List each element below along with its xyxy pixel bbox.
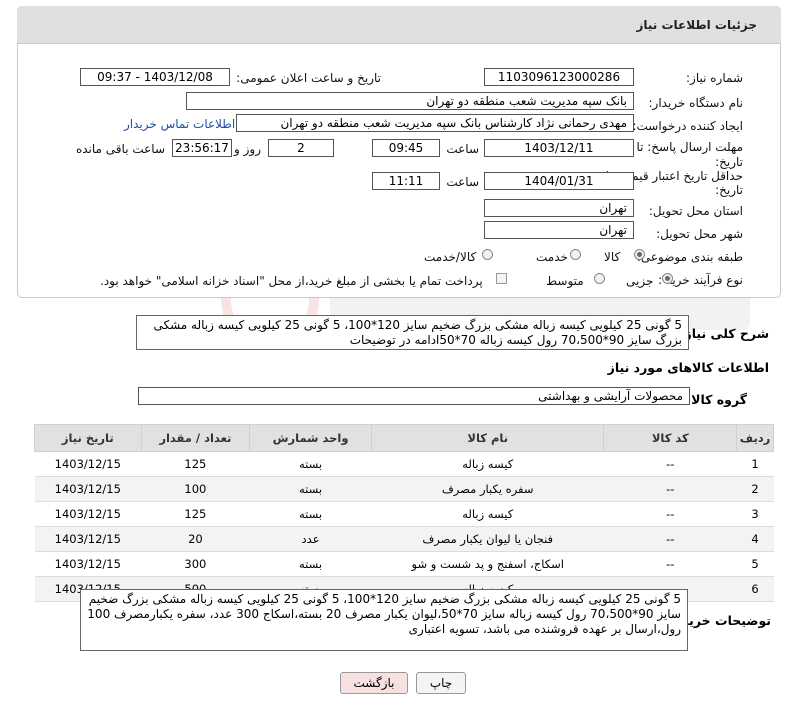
category-goods-label: کالا xyxy=(604,250,621,264)
cell-date: 1403/12/15 xyxy=(34,451,142,477)
validity-date-field: 1404/01/31 xyxy=(484,172,634,190)
treasury-payment-note: پرداخت تمام یا بخشی از مبلغ خرید،از محل … xyxy=(100,274,483,288)
goods-group-label: گروه کالا: xyxy=(686,392,747,407)
cell-date: 1403/12/15 xyxy=(34,551,142,577)
validity-time-label: ساعت xyxy=(446,175,479,189)
deadline-label: مهلت ارسال پاسخ: تا xyxy=(636,140,743,154)
category-service-radio[interactable] xyxy=(570,249,581,260)
col-header-qty: تعداد / مقدار xyxy=(140,424,251,452)
table-row: 5 -- اسکاج، اسفنج و پد شست و شو بسته 300… xyxy=(34,551,774,577)
cell-row-no: 2 xyxy=(736,476,774,502)
province-label: استان محل تحویل: xyxy=(648,204,743,218)
announce-label: تاریخ و ساعت اعلان عمومی: xyxy=(236,71,381,85)
description-label: شرح کلی نیاز: xyxy=(679,326,769,341)
remaining-days-field: 2 xyxy=(268,139,334,157)
process-minor-label: جزیی xyxy=(626,274,654,288)
deadline-date-field: 1403/12/11 xyxy=(484,139,634,157)
category-goods-radio[interactable] xyxy=(634,249,645,260)
city-field: تهران xyxy=(484,221,634,239)
cell-qty: 100 xyxy=(141,476,250,502)
need-number-field: 1103096123000286 xyxy=(484,68,634,86)
table-row: 3 -- کیسه زباله بسته 125 1403/12/15 xyxy=(34,501,774,527)
panel-title: جزئیات اطلاعات نیاز xyxy=(636,18,757,32)
goods-info-title: اطلاعات کالاهای مورد نیاز xyxy=(607,360,769,375)
description-textarea: 5 گونی 25 کیلویی کیسه زباله مشکی بزرگ ضخ… xyxy=(136,315,689,350)
deadline-time-label: ساعت xyxy=(446,142,479,156)
cell-unit: بسته xyxy=(249,551,372,577)
cell-name: اسکاج، اسفنج و پد شست و شو xyxy=(371,551,604,577)
creator-label: ایجاد کننده درخواست: xyxy=(632,119,743,133)
goods-table: ردیف کد کالا نام کالا واحد شمارش تعداد /… xyxy=(34,424,774,602)
category-goods-service-label: کالا/خدمت xyxy=(424,250,477,264)
cell-row-no: 4 xyxy=(736,526,774,552)
goods-group-field: محصولات آرایشی و بهداشتی xyxy=(138,387,690,405)
min-validity-date-label: تاریخ: xyxy=(715,183,743,197)
cell-row-no: 5 xyxy=(736,551,774,577)
cell-row-no: 3 xyxy=(736,501,774,527)
cell-code: -- xyxy=(603,476,737,502)
table-row: 1 -- کیسه زباله بسته 125 1403/12/15 xyxy=(34,451,774,477)
category-service-label: خدمت xyxy=(536,250,568,264)
cell-row-no: 6 xyxy=(736,576,774,602)
col-header-name: نام کالا xyxy=(370,424,605,452)
deadline-date-label: تاریخ: xyxy=(715,155,743,169)
validity-time-field: 11:11 xyxy=(372,172,440,190)
need-number-label: شماره نیاز: xyxy=(686,71,743,85)
print-button[interactable]: چاپ xyxy=(416,672,466,694)
cell-qty: 300 xyxy=(141,551,250,577)
col-header-date: تاریخ نیاز xyxy=(34,424,142,452)
city-label: شهر محل تحویل: xyxy=(656,227,743,241)
cell-code: -- xyxy=(603,526,737,552)
cell-date: 1403/12/15 xyxy=(34,501,142,527)
cell-qty: 125 xyxy=(141,451,250,477)
cell-unit: عدد xyxy=(249,526,372,552)
buyer-contact-link[interactable]: اطلاعات تماس خریدار xyxy=(124,117,235,131)
col-header-code: کد کالا xyxy=(603,424,738,452)
cell-qty: 20 xyxy=(141,526,250,552)
cell-name: کیسه زباله xyxy=(371,501,604,527)
cell-code: -- xyxy=(603,451,737,477)
cell-date: 1403/12/15 xyxy=(34,526,142,552)
process-medium-radio[interactable] xyxy=(594,273,605,284)
cell-unit: بسته xyxy=(249,476,372,502)
process-medium-label: متوسط xyxy=(546,274,584,288)
remaining-time-field: 23:56:17 xyxy=(172,139,232,157)
cell-date: 1403/12/15 xyxy=(34,476,142,502)
table-row: 4 -- فنجان یا لیوان یکبار مصرف عدد 20 14… xyxy=(34,526,774,552)
buyer-org-field: بانک سپه مدیریت شعب منطقه دو تهران xyxy=(186,92,634,110)
cell-code: -- xyxy=(603,501,737,527)
cell-code: -- xyxy=(603,551,737,577)
category-goods-service-radio[interactable] xyxy=(482,249,493,260)
category-label: طبقه بندی موضوعی: xyxy=(636,250,743,264)
treasury-payment-checkbox[interactable] xyxy=(496,273,507,284)
col-header-row-no: ردیف xyxy=(736,424,774,452)
table-row: 2 -- سفره یکبار مصرف بسته 100 1403/12/15 xyxy=(34,476,774,502)
buyer-notes-textarea: 5 گونی 25 کیلویی کیسه زباله مشکی بزرگ ضخ… xyxy=(80,589,688,651)
cell-unit: بسته xyxy=(249,451,372,477)
creator-field: مهدی رحمانی نژاد کارشناس بانک سپه مدیریت… xyxy=(236,114,634,132)
cell-row-no: 1 xyxy=(736,451,774,477)
cell-unit: بسته xyxy=(249,501,372,527)
process-minor-radio[interactable] xyxy=(662,273,673,284)
days-label: روز و xyxy=(234,142,261,156)
col-header-unit: واحد شمارش xyxy=(249,424,372,452)
table-header-row: ردیف کد کالا نام کالا واحد شمارش تعداد /… xyxy=(34,424,774,452)
cell-qty: 125 xyxy=(141,501,250,527)
announce-datetime-field: 1403/12/08 - 09:37 xyxy=(80,68,230,86)
deadline-time-field: 09:45 xyxy=(372,139,440,157)
buyer-org-label: نام دستگاه خریدار: xyxy=(648,96,744,110)
cell-name: فنجان یا لیوان یکبار مصرف xyxy=(371,526,604,552)
remaining-label: ساعت باقی مانده xyxy=(75,142,165,156)
province-field: تهران xyxy=(484,199,634,217)
cell-name: کیسه زباله xyxy=(371,451,604,477)
back-button[interactable]: بازگشت xyxy=(340,672,408,694)
cell-name: سفره یکبار مصرف xyxy=(371,476,604,502)
